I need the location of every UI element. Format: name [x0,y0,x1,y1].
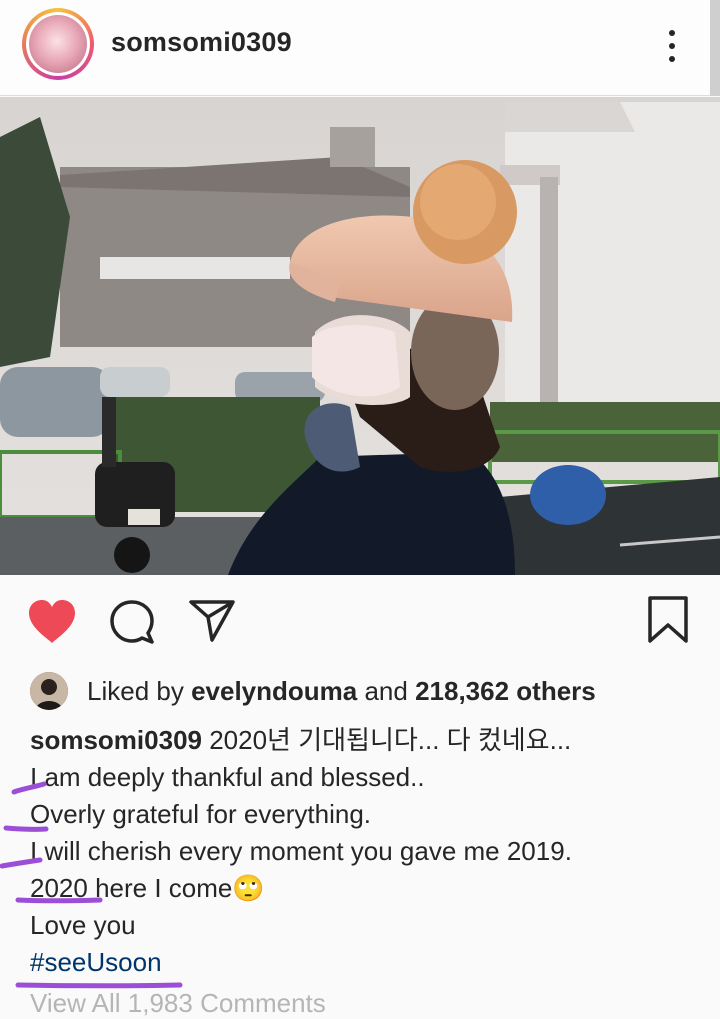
avatar [29,15,87,73]
liked-by-user-link[interactable]: evelyndouma [191,676,357,706]
hashtag-link[interactable]: #seeUsoon [30,944,710,981]
more-vertical-icon[interactable] [660,26,684,66]
post-header: somsomi0309 [0,0,720,96]
caption-line: I am deeply thankful and blessed.. [30,762,425,792]
caption-line: Overly grateful for everything. [30,799,372,829]
liker-avatar[interactable] [30,672,68,710]
comment-icon[interactable] [108,599,156,645]
caption-text: 2020년 기대됩니다... 다 컸네요... [201,725,572,755]
liked-by-label: Liked by [87,676,192,706]
story-ring-avatar[interactable] [22,8,94,80]
likes-count-link[interactable]: 218,362 others [415,676,596,706]
caption-username-link[interactable]: somsomi0309 [30,725,202,755]
heart-icon[interactable] [27,599,77,645]
caption-line-with-emoji: 2020 here I come🙄 [30,873,265,903]
likes-row: Liked by evelyndouma and 218,362 others [30,668,710,712]
post-username[interactable]: somsomi0309 [111,27,292,58]
view-all-comments-link[interactable]: View All 1,983 Comments [30,988,326,1019]
action-bar [0,575,720,665]
post-photo[interactable] [0,97,720,575]
bookmark-icon[interactable] [646,595,690,645]
eye-roll-emoji: 🙄 [232,873,265,903]
photo-illustration [0,97,720,575]
post-caption: somsomi0309 2020년 기대됩니다... 다 컸네요... I am… [30,722,710,981]
caption-line: Love you [30,910,136,940]
caption-first-line: somsomi0309 2020년 기대됩니다... 다 컸네요... [30,722,710,759]
liked-by-and: and [357,676,416,706]
scrollbar-edge [710,0,720,96]
send-icon[interactable] [188,599,236,643]
caption-line: I will cherish every moment you gave me … [30,836,572,866]
